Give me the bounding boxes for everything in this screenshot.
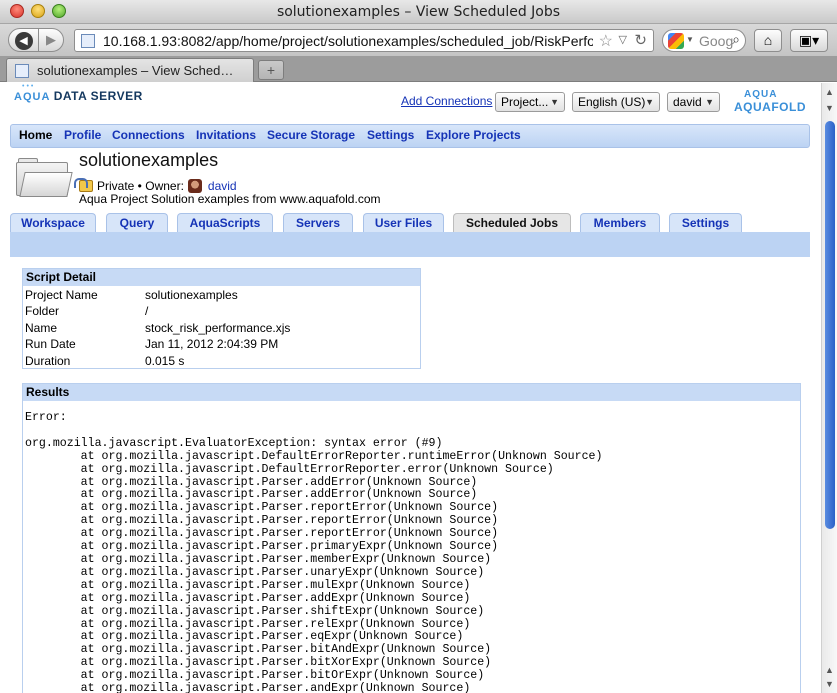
user-select[interactable]: david ▼ bbox=[667, 92, 720, 112]
scroll-down-icon[interactable]: ▼ bbox=[825, 679, 834, 689]
nav-invitations[interactable]: Invitations bbox=[196, 128, 256, 142]
history-dropdown-icon[interactable]: ▽ bbox=[619, 33, 627, 46]
project-title: solutionexamples bbox=[79, 150, 219, 170]
scroll-down-icon[interactable]: ▼ bbox=[825, 103, 834, 113]
back-arrow-icon: ◀ bbox=[14, 32, 33, 50]
detail-value: solutionexamples bbox=[145, 288, 238, 302]
detail-key: Folder bbox=[25, 304, 60, 318]
nav-home[interactable]: Home bbox=[19, 128, 52, 142]
scroll-up-icon[interactable]: ▲ bbox=[825, 87, 834, 97]
home-icon: ⌂ bbox=[763, 32, 773, 48]
language-select-value: English (US) bbox=[578, 95, 646, 109]
script-detail-title: Script Detail bbox=[23, 269, 420, 286]
main-nav: Home Profile Connections Invitations Sec… bbox=[10, 124, 810, 148]
avatar bbox=[187, 179, 202, 193]
nav-profile[interactable]: Profile bbox=[64, 128, 101, 142]
reload-icon[interactable]: ↻ bbox=[634, 31, 647, 49]
tab-user-files[interactable]: User Files bbox=[363, 213, 444, 233]
logo-left-bottom: DATA SERVER bbox=[53, 89, 143, 103]
browser-toolbar: ◀ ▶ 10.168.1.93:8082/app/home/project/so… bbox=[0, 24, 837, 56]
results-output: Error: org.mozilla.javascript.EvaluatorE… bbox=[25, 411, 603, 693]
detail-value: 0.015 s bbox=[145, 354, 185, 368]
detail-value: Jan 11, 2012 2:04:39 PM bbox=[145, 337, 279, 351]
window-title: solutionexamples – View Scheduled Jobs bbox=[276, 4, 561, 20]
tab-favicon-icon bbox=[15, 64, 29, 78]
bookmarks-icon: ▣▾ bbox=[798, 32, 820, 48]
project-select-value: Project... bbox=[501, 95, 549, 109]
detail-key: Duration bbox=[25, 354, 71, 368]
forward-button[interactable]: ▶ bbox=[39, 29, 63, 51]
tab-workspace[interactable]: Workspace bbox=[10, 213, 96, 233]
project-tabs: Workspace Query AquaScripts Servers User… bbox=[10, 213, 810, 233]
owner-link[interactable]: david bbox=[208, 179, 237, 193]
detail-key: Name bbox=[25, 321, 58, 335]
language-select[interactable]: English (US) ▼ bbox=[572, 92, 660, 112]
chevron-down-icon: ▼ bbox=[705, 97, 714, 107]
tab-query[interactable]: Query bbox=[106, 213, 168, 233]
browser-tab-label: solutionexamples – View Sched… bbox=[37, 63, 234, 78]
results-title: Results bbox=[23, 384, 800, 401]
google-logo-icon bbox=[668, 33, 684, 49]
owner-label: Owner: bbox=[145, 179, 184, 193]
tab-content-band bbox=[10, 232, 810, 257]
logo-right-bottom: AQUAFOLD bbox=[734, 100, 806, 114]
back-forward-group: ◀ ▶ bbox=[8, 28, 64, 52]
search-bar[interactable]: ▼ Goog ⌕ bbox=[662, 29, 746, 52]
search-placeholder[interactable]: Goog bbox=[699, 33, 733, 49]
project-visibility: Private • bbox=[97, 179, 142, 193]
project-description: Aqua Project Solution examples from www.… bbox=[79, 192, 381, 206]
detail-value: stock_risk_performance.xjs bbox=[145, 321, 291, 335]
tab-servers[interactable]: Servers bbox=[283, 213, 353, 233]
scroll-up-icon[interactable]: ▲ bbox=[825, 665, 834, 675]
script-detail-panel: Script Detail Project Name solutionexamp… bbox=[22, 268, 421, 369]
nav-secure-storage[interactable]: Secure Storage bbox=[267, 128, 355, 142]
user-select-value: david bbox=[673, 95, 702, 109]
chevron-down-icon: ▼ bbox=[550, 97, 559, 107]
home-button[interactable]: ⌂ bbox=[754, 29, 782, 52]
tab-settings[interactable]: Settings bbox=[669, 213, 742, 233]
address-bar[interactable]: 10.168.1.93:8082/app/home/project/soluti… bbox=[74, 29, 654, 52]
nav-explore-projects[interactable]: Explore Projects bbox=[426, 128, 521, 142]
aqua-data-server-logo[interactable]: ••• AQUA DATA SERVER bbox=[14, 83, 143, 103]
logo-right-top: AQUA bbox=[744, 89, 778, 100]
back-button[interactable]: ◀ bbox=[9, 29, 39, 51]
detail-key: Run Date bbox=[25, 337, 76, 351]
add-connections-link[interactable]: Add Connections bbox=[401, 94, 492, 108]
bookmark-star-icon[interactable]: ☆ bbox=[599, 31, 613, 51]
scrollbar-thumb[interactable] bbox=[825, 121, 835, 529]
browser-tabstrip: solutionexamples – View Sched… + bbox=[0, 56, 837, 82]
nav-connections[interactable]: Connections bbox=[112, 128, 185, 142]
page-content: ••• AQUA DATA SERVER Add Connections Pro… bbox=[0, 83, 821, 693]
browser-tab[interactable]: solutionexamples – View Sched… bbox=[6, 58, 254, 82]
detail-key: Project Name bbox=[25, 288, 98, 302]
new-tab-button[interactable]: + bbox=[258, 60, 284, 80]
page-favicon-icon bbox=[81, 34, 95, 48]
tab-scheduled-jobs[interactable]: Scheduled Jobs bbox=[453, 213, 571, 233]
forward-arrow-icon: ▶ bbox=[46, 32, 56, 47]
project-folder-icon bbox=[16, 158, 73, 198]
url-text[interactable]: 10.168.1.93:8082/app/home/project/soluti… bbox=[103, 33, 593, 49]
project-meta: Private • Owner: david bbox=[74, 176, 237, 193]
page-scrollbar[interactable]: ▲ ▼ ▲ ▼ bbox=[821, 83, 837, 693]
window-titlebar: solutionexamples – View Scheduled Jobs bbox=[0, 0, 837, 24]
logo-left-top: AQUA bbox=[14, 91, 51, 103]
aquafold-logo[interactable]: AQUA AQUAFOLD bbox=[734, 89, 806, 114]
chevron-down-icon: ▼ bbox=[645, 97, 654, 107]
project-select[interactable]: Project... ▼ bbox=[495, 92, 565, 112]
results-panel: Results Error: org.mozilla.javascript.Ev… bbox=[22, 383, 801, 693]
lock-icon bbox=[74, 178, 93, 192]
tab-aquascripts[interactable]: AquaScripts bbox=[177, 213, 273, 233]
bookmarks-menu-button[interactable]: ▣▾ bbox=[790, 29, 828, 52]
tab-members[interactable]: Members bbox=[580, 213, 660, 233]
search-engine-dropdown-icon[interactable]: ▼ bbox=[686, 35, 694, 44]
search-icon[interactable]: ⌕ bbox=[732, 31, 740, 48]
logo-dots-icon: ••• bbox=[22, 83, 36, 90]
detail-value: / bbox=[145, 304, 149, 318]
nav-settings[interactable]: Settings bbox=[367, 128, 414, 142]
